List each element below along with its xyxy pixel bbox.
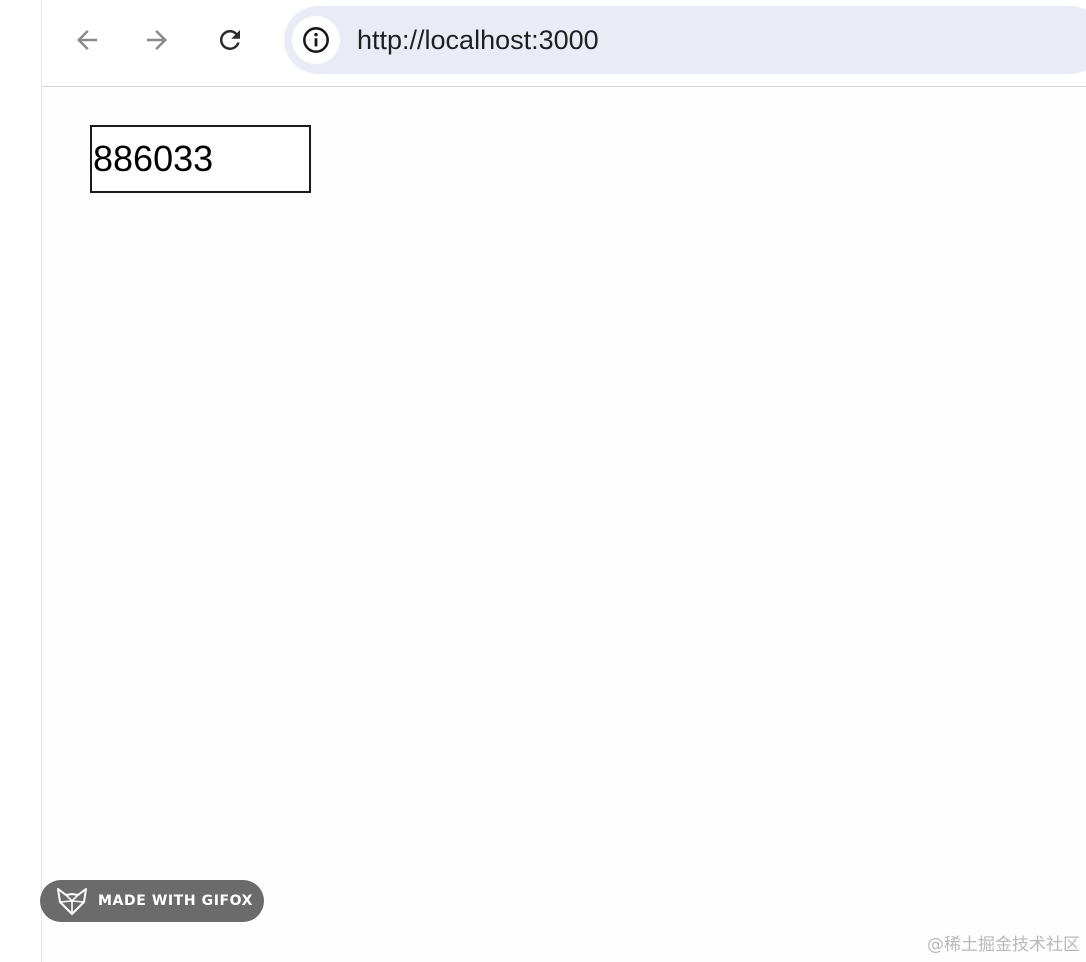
arrow-left-icon [77,30,97,50]
watermark: @稀土掘金技术社区 [927,935,1080,955]
arrow-right-icon [147,30,167,50]
address-bar[interactable]: http://localhost:3000 [284,6,1086,74]
page-content [42,87,1086,962]
gifox-label: MADE WITH GIFOX [98,893,254,909]
number-input[interactable] [90,125,311,193]
reload-icon [219,29,240,50]
url-text[interactable]: http://localhost:3000 [357,24,599,56]
back-button[interactable] [69,22,105,58]
browser-toolbar: http://localhost:3000 [42,0,1086,87]
fox-icon [57,888,87,915]
reload-button[interactable] [212,22,248,58]
browser-window: http://localhost:3000 [41,0,1086,962]
forward-button[interactable] [139,22,175,58]
gifox-badge: MADE WITH GIFOX [40,880,264,922]
info-icon [303,27,329,53]
site-info-button[interactable] [292,16,340,64]
